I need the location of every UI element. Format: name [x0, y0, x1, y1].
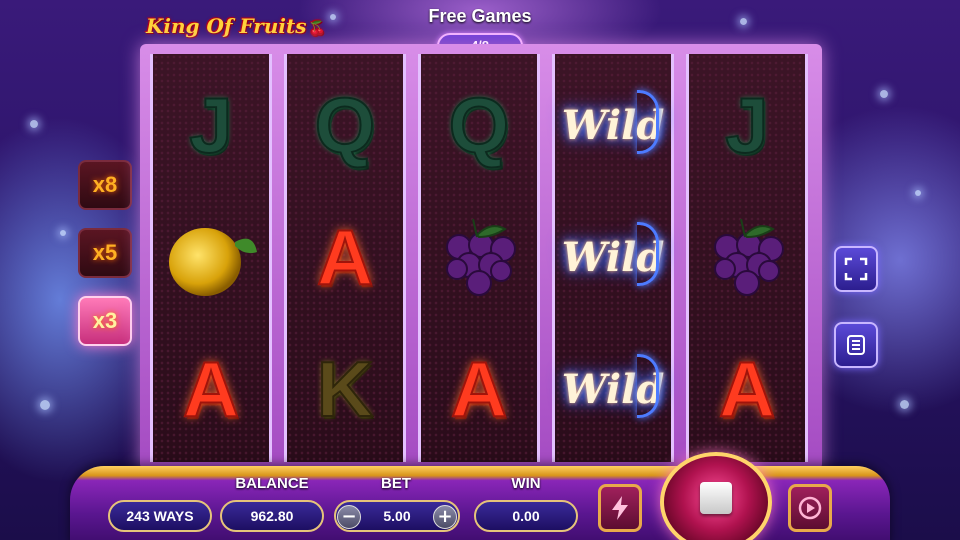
- bet-label: BET: [381, 475, 411, 492]
- menu-icon: [847, 335, 865, 355]
- sparkle-decoration: [880, 90, 888, 98]
- turbo-button[interactable]: [598, 484, 642, 532]
- balance-label: BALANCE: [235, 475, 309, 492]
- reel-cell: Q: [421, 62, 537, 188]
- q-symbol: Q: [314, 81, 377, 169]
- multiplier-x8: x8: [78, 160, 132, 210]
- game-screen: King Of Fruits🍒 Free Games 4/8 x8 x5 x3 …: [0, 0, 960, 540]
- reel-cell: [689, 194, 805, 320]
- multiplier-x5: x5: [78, 228, 132, 278]
- stop-icon: [700, 482, 732, 514]
- a-symbol: A: [450, 345, 508, 433]
- reel-cell: Wild: [555, 194, 671, 320]
- grapes-symbol: [714, 218, 784, 296]
- reel-1: J A: [150, 54, 272, 462]
- multiplier-x3-active: x3: [78, 296, 132, 346]
- reel-cell: [421, 194, 537, 320]
- menu-button[interactable]: [834, 322, 878, 368]
- reel-cell: [153, 194, 269, 320]
- grapes-symbol: [446, 218, 516, 296]
- reel-2: Q A K: [284, 54, 406, 462]
- bet-increase-button[interactable]: +: [433, 505, 457, 529]
- reel-cell: K: [287, 326, 403, 452]
- lightning-icon: [612, 496, 628, 520]
- win-value: 0.00: [474, 500, 578, 532]
- fullscreen-icon: [844, 257, 868, 281]
- autoplay-icon: [798, 496, 822, 520]
- bet-decrease-button[interactable]: −: [337, 505, 361, 529]
- k-symbol: K: [316, 345, 374, 433]
- reel-cell: A: [689, 326, 805, 452]
- j-symbol: J: [724, 81, 769, 169]
- q-symbol: Q: [448, 81, 511, 169]
- reel-3: Q A: [418, 54, 540, 462]
- autoplay-button[interactable]: [788, 484, 832, 532]
- sparkle-decoration: [40, 400, 50, 410]
- reel-5: J A: [686, 54, 808, 462]
- sparkle-decoration: [60, 230, 66, 236]
- reel-cell: A: [421, 326, 537, 452]
- reel-cell: Q: [287, 62, 403, 188]
- j-symbol: J: [188, 81, 233, 169]
- balance-value: 962.80: [220, 500, 324, 532]
- wild-swirl-decoration: [637, 354, 659, 418]
- mode-title: Free Games: [428, 6, 532, 26]
- fullscreen-button[interactable]: [834, 246, 878, 292]
- a-symbol: A: [182, 345, 240, 433]
- sparkle-decoration: [915, 190, 921, 196]
- reel-4: Wild Wild Wild: [552, 54, 674, 462]
- win-label: WIN: [511, 475, 541, 492]
- lemon-symbol: [169, 228, 257, 296]
- reel-cell: J: [153, 62, 269, 188]
- sparkle-decoration: [30, 120, 38, 128]
- a-symbol: A: [718, 345, 776, 433]
- ways-display: 243 WAYS: [108, 500, 212, 532]
- a-symbol: A: [316, 213, 374, 301]
- sparkle-decoration: [900, 400, 909, 409]
- reel-cell: Wild: [555, 326, 671, 452]
- reel-frame: J A Q A K Q A Wild Wild Wild J A: [140, 44, 822, 470]
- wild-swirl-decoration: [637, 222, 659, 286]
- reel-cell: A: [153, 326, 269, 452]
- reel-cell: Wild: [555, 62, 671, 188]
- reel-cell: A: [287, 194, 403, 320]
- reel-cell: J: [689, 62, 805, 188]
- wild-swirl-decoration: [637, 90, 659, 154]
